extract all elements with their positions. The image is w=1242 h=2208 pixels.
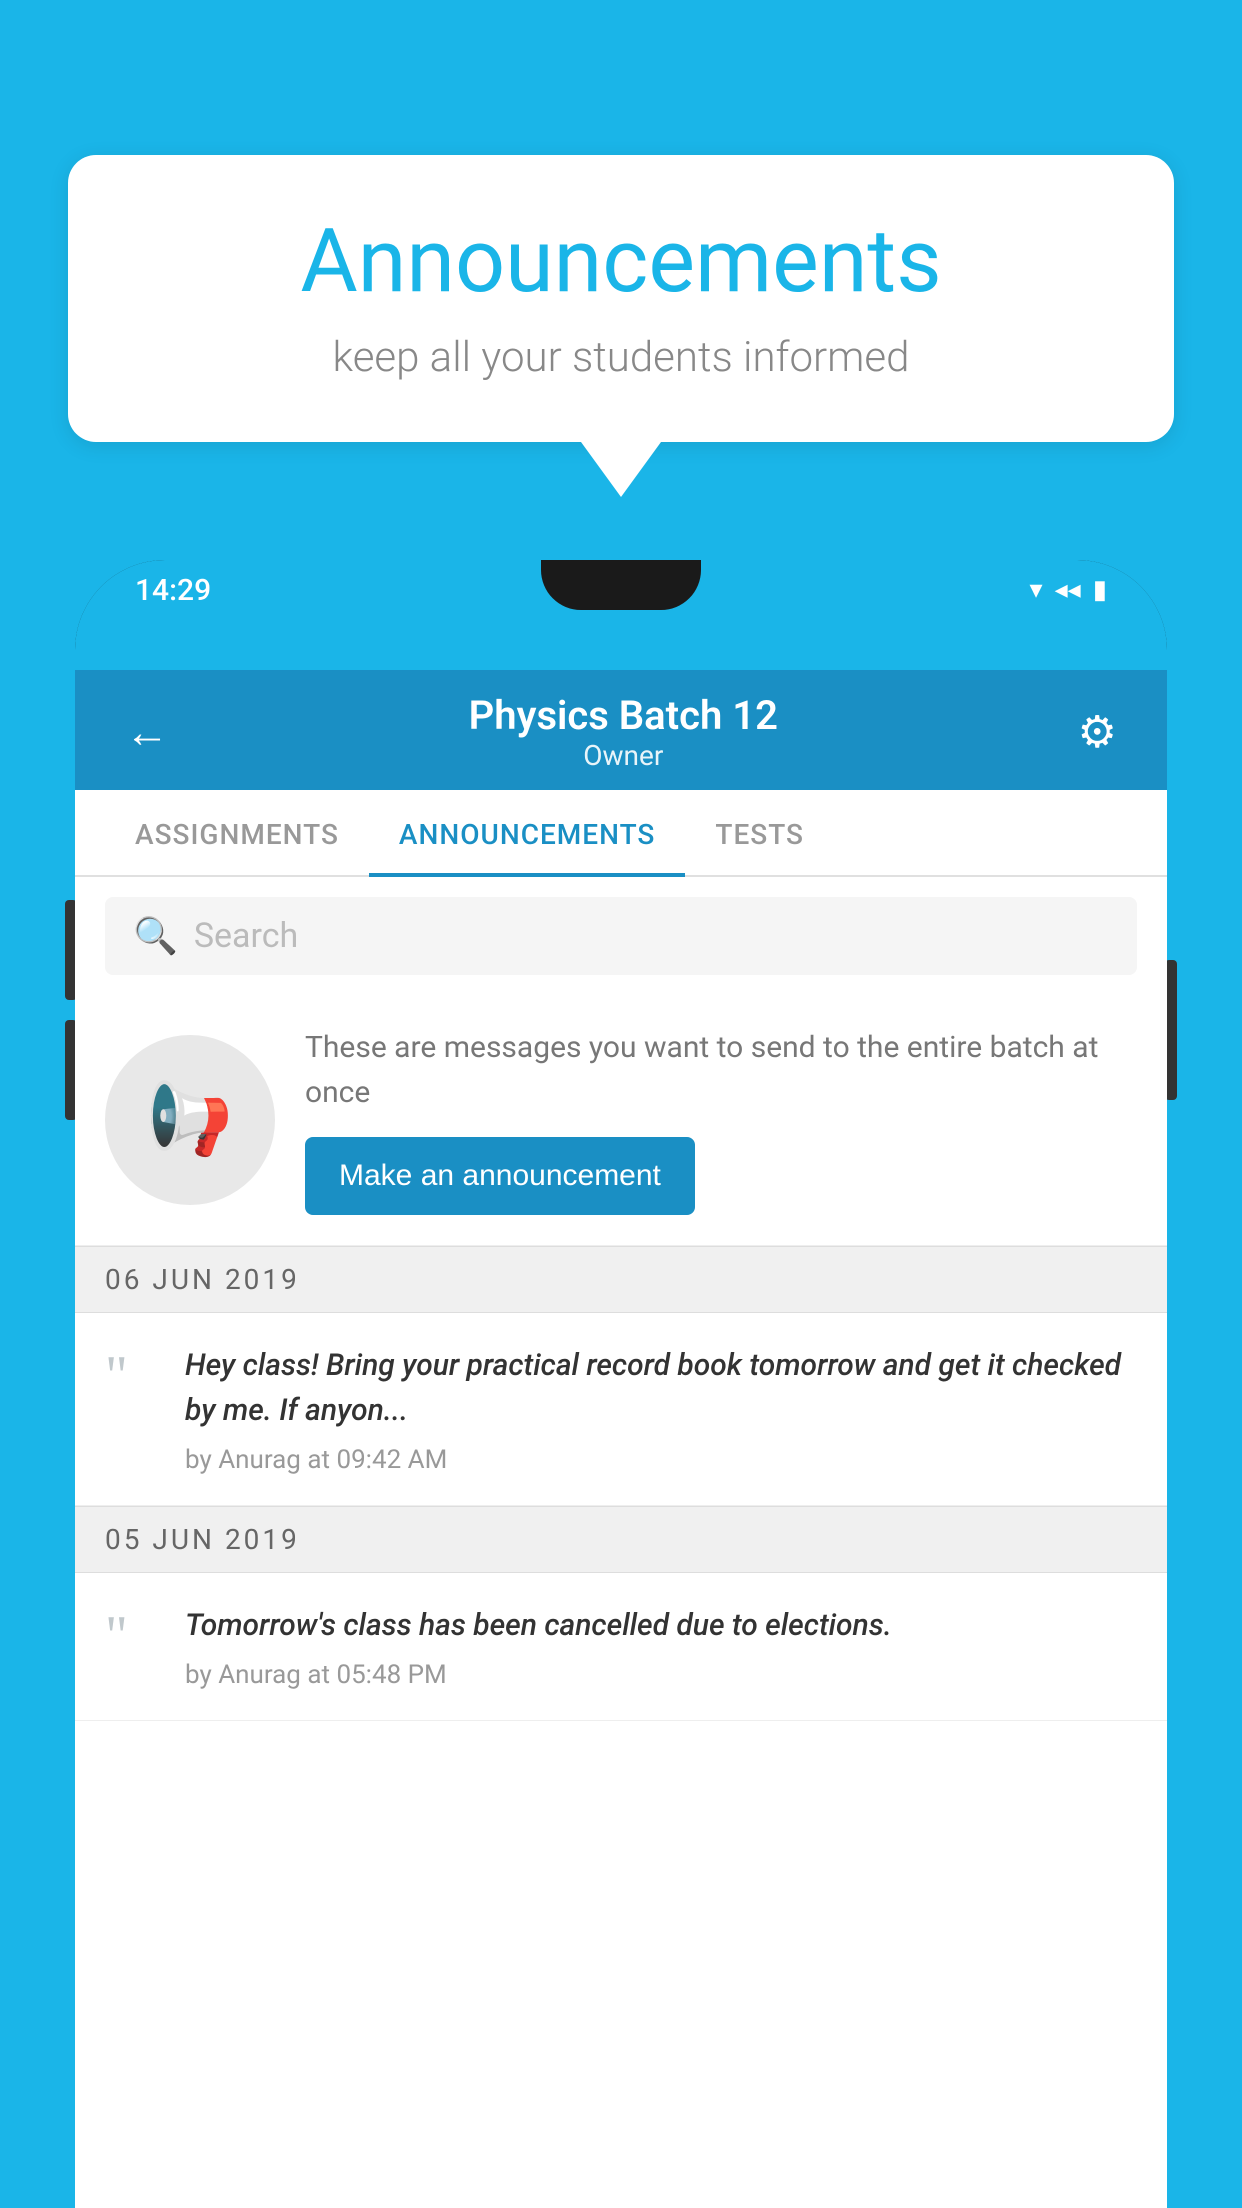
settings-icon[interactable]: ⚙ <box>1078 706 1117 758</box>
back-button[interactable]: ← <box>125 706 169 758</box>
announcement-meta-2: by Anurag at 05:48 PM <box>185 1660 1137 1690</box>
cta-right: These are messages you want to send to t… <box>305 1025 1137 1215</box>
camera-notch <box>541 560 701 610</box>
speech-bubble-section: Announcements keep all your students inf… <box>68 155 1174 497</box>
announcement-content-2: Tomorrow's class has been cancelled due … <box>185 1603 1137 1690</box>
header-center: Physics Batch 12 Owner <box>469 692 778 772</box>
date-divider-1: 06 JUN 2019 <box>75 1246 1167 1313</box>
date-divider-2: 05 JUN 2019 <box>75 1506 1167 1573</box>
tab-announcements[interactable]: ANNOUNCEMENTS <box>369 790 685 877</box>
bubble-title: Announcements <box>128 210 1114 313</box>
battery-icon: ▮ <box>1093 575 1107 605</box>
cta-description: These are messages you want to send to t… <box>305 1025 1137 1115</box>
phone-notch-area: 14:29 ▾ ◂◂ ▮ <box>75 560 1167 670</box>
speech-bubble-card: Announcements keep all your students inf… <box>68 155 1174 442</box>
announcement-item-2: " Tomorrow's class has been cancelled du… <box>75 1573 1167 1721</box>
search-bar[interactable]: 🔍 Search <box>105 897 1137 975</box>
announcement-item-1: " Hey class! Bring your practical record… <box>75 1313 1167 1506</box>
search-container: 🔍 Search <box>75 877 1167 995</box>
announcement-text-2: Tomorrow's class has been cancelled due … <box>185 1603 1137 1648</box>
header-subtitle: Owner <box>469 739 778 772</box>
announcement-cta-section: 📢 These are messages you want to send to… <box>75 995 1167 1246</box>
quote-icon-1: " <box>105 1348 165 1475</box>
search-icon: 🔍 <box>133 915 178 957</box>
status-icons: ▾ ◂◂ ▮ <box>1030 575 1107 605</box>
header-title: Physics Batch 12 <box>469 692 778 739</box>
announcement-content-1: Hey class! Bring your practical record b… <box>185 1343 1137 1475</box>
announcement-text-1: Hey class! Bring your practical record b… <box>185 1343 1137 1433</box>
app-content: ← Physics Batch 12 Owner ⚙ ASSIGNMENTS A… <box>75 670 1167 2208</box>
tab-tests[interactable]: TESTS <box>685 790 834 877</box>
search-placeholder: Search <box>194 916 298 956</box>
megaphone-circle: 📢 <box>105 1035 275 1205</box>
speech-bubble-tail <box>581 442 661 497</box>
signal-icon: ◂◂ <box>1055 575 1081 605</box>
make-announcement-button[interactable]: Make an announcement <box>305 1137 695 1215</box>
wifi-icon: ▾ <box>1030 575 1043 605</box>
quote-icon-2: " <box>105 1608 165 1690</box>
status-time: 14:29 <box>135 573 211 608</box>
app-header: ← Physics Batch 12 Owner ⚙ <box>75 670 1167 790</box>
announcement-meta-1: by Anurag at 09:42 AM <box>185 1445 1137 1475</box>
bubble-subtitle: keep all your students informed <box>128 333 1114 382</box>
phone-frame: 14:29 ▾ ◂◂ ▮ ← Physics Batch 12 Owner ⚙ … <box>75 560 1167 2208</box>
tab-assignments[interactable]: ASSIGNMENTS <box>105 790 369 877</box>
megaphone-icon: 📢 <box>146 1079 233 1161</box>
tabs-bar: ASSIGNMENTS ANNOUNCEMENTS TESTS <box>75 790 1167 877</box>
